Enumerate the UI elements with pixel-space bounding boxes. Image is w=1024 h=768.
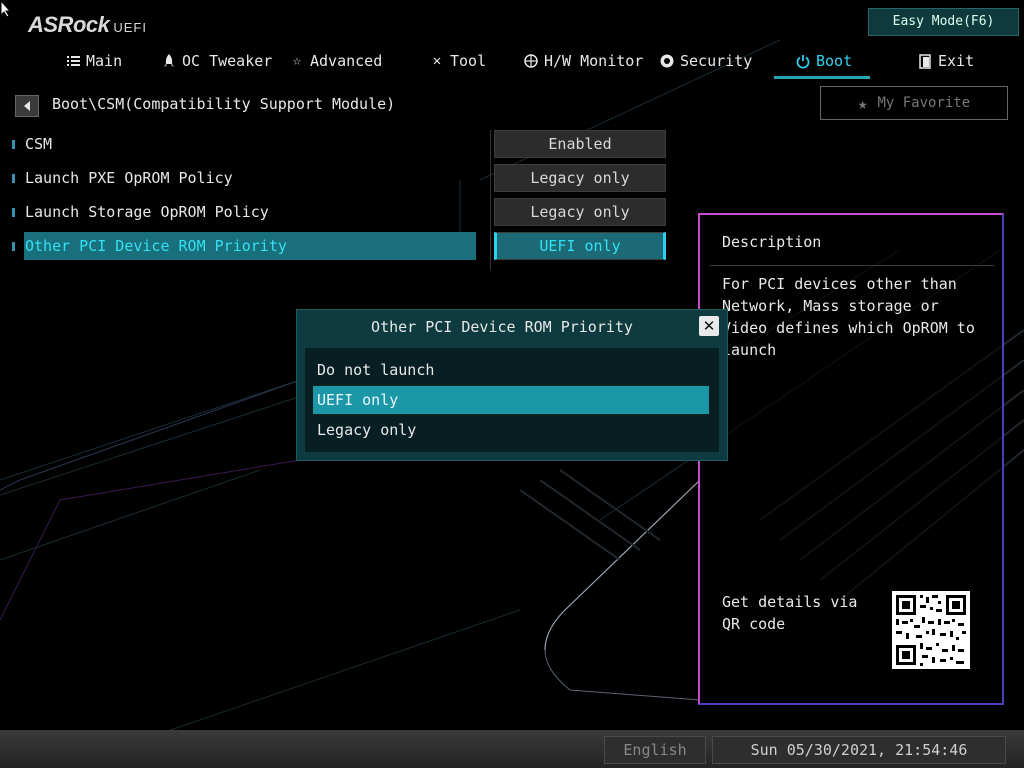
setting-label: Launch PXE OpROM Policy xyxy=(25,169,233,187)
tab-tool-label: Tool xyxy=(450,52,487,70)
my-favorite-button[interactable]: ★ My Favorite xyxy=(820,86,1008,120)
tab-boot[interactable]: Boot xyxy=(794,44,852,78)
datetime-display: Sun 05/30/2021, 21:54:46 xyxy=(712,736,1006,764)
exit-icon xyxy=(916,53,934,69)
asrock-logo: ASRock UEFI xyxy=(28,12,147,37)
setting-label: Launch Storage OpROM Policy xyxy=(25,203,269,221)
option-legacy-only[interactable]: Legacy only xyxy=(313,416,709,444)
tab-boot-label: Boot xyxy=(816,52,853,70)
setting-value-launch-storage[interactable]: Legacy only xyxy=(494,198,666,226)
setting-value-csm[interactable]: Enabled xyxy=(494,130,666,158)
setting-label: Other PCI Device ROM Priority xyxy=(25,237,287,255)
language-selector[interactable]: English xyxy=(604,736,706,764)
qr-text: Get details via QR code xyxy=(722,593,858,633)
column-divider xyxy=(490,130,491,270)
nav-tabs: Main OC Tweaker ☆ Advanced ✕ Tool H/W Mo… xyxy=(0,44,1024,79)
setting-value-other-pci[interactable]: UEFI only xyxy=(494,232,666,260)
tab-oc-tweaker[interactable]: OC Tweaker xyxy=(160,44,272,78)
row-bullet xyxy=(12,207,15,217)
tab-main[interactable]: Main xyxy=(64,44,122,78)
tab-security[interactable]: Security xyxy=(658,44,752,78)
breadcrumb: Boot\CSM(Compatibility Support Module) xyxy=(52,95,396,113)
qr-code xyxy=(892,591,970,669)
logo-sub: UEFI xyxy=(113,20,147,35)
close-icon[interactable]: ✕ xyxy=(699,316,719,336)
tab-oc-tweaker-label: OC Tweaker xyxy=(182,52,273,70)
power-icon xyxy=(794,54,812,69)
description-panel: Description For PCI devices other than N… xyxy=(698,213,1004,705)
tab-hw-monitor[interactable]: H/W Monitor xyxy=(522,44,643,78)
row-bullet xyxy=(12,139,15,149)
row-bullet xyxy=(12,173,15,183)
description-title: Description xyxy=(722,233,822,251)
mouse-cursor-icon xyxy=(0,0,12,18)
logo-brand: ASRock xyxy=(28,12,110,37)
easy-mode-button[interactable]: Easy Mode(F6) xyxy=(868,8,1019,36)
setting-label: CSM xyxy=(25,135,53,153)
footer-bar: English Sun 05/30/2021, 21:54:46 xyxy=(0,730,1024,768)
setting-row-other-pci[interactable]: Other PCI Device ROM Priority xyxy=(8,232,478,260)
setting-value-launch-pxe[interactable]: Legacy only xyxy=(494,164,666,192)
monitor-icon xyxy=(522,54,540,68)
option-do-not-launch[interactable]: Do not launch xyxy=(313,356,709,384)
option-popup: Other PCI Device ROM Priority ✕ Do not l… xyxy=(296,309,728,461)
tab-exit-label: Exit xyxy=(938,52,975,70)
popup-title: Other PCI Device ROM Priority xyxy=(371,318,633,336)
tab-main-label: Main xyxy=(86,52,123,70)
favorite-star-icon: ★ xyxy=(857,93,868,113)
tab-hw-monitor-label: H/W Monitor xyxy=(544,52,644,70)
tab-advanced[interactable]: ☆ Advanced xyxy=(288,44,382,78)
back-button[interactable] xyxy=(15,95,39,117)
star-icon: ☆ xyxy=(292,53,302,69)
tab-exit[interactable]: Exit xyxy=(916,44,974,78)
option-uefi-only[interactable]: UEFI only xyxy=(313,386,709,414)
my-favorite-label: My Favorite xyxy=(877,95,971,111)
setting-row-launch-storage[interactable]: Launch Storage OpROM Policy xyxy=(8,198,478,226)
tab-security-label: Security xyxy=(680,52,753,70)
shield-icon xyxy=(658,54,676,68)
back-arrow-icon xyxy=(22,97,32,116)
list-icon xyxy=(64,55,82,67)
setting-row-csm[interactable]: CSM xyxy=(8,130,478,158)
description-text: For PCI devices other than Network, Mass… xyxy=(722,275,975,359)
setting-row-launch-pxe[interactable]: Launch PXE OpROM Policy xyxy=(8,164,478,192)
row-bullet xyxy=(12,241,15,251)
active-tab-indicator xyxy=(774,76,870,79)
tab-advanced-label: Advanced xyxy=(310,52,383,70)
description-separator xyxy=(710,265,994,266)
popup-option-list: Do not launch UEFI only Legacy only xyxy=(305,348,719,452)
tab-tool[interactable]: ✕ Tool xyxy=(428,44,486,78)
rocket-icon xyxy=(160,54,178,68)
tools-icon: ✕ xyxy=(432,53,442,69)
